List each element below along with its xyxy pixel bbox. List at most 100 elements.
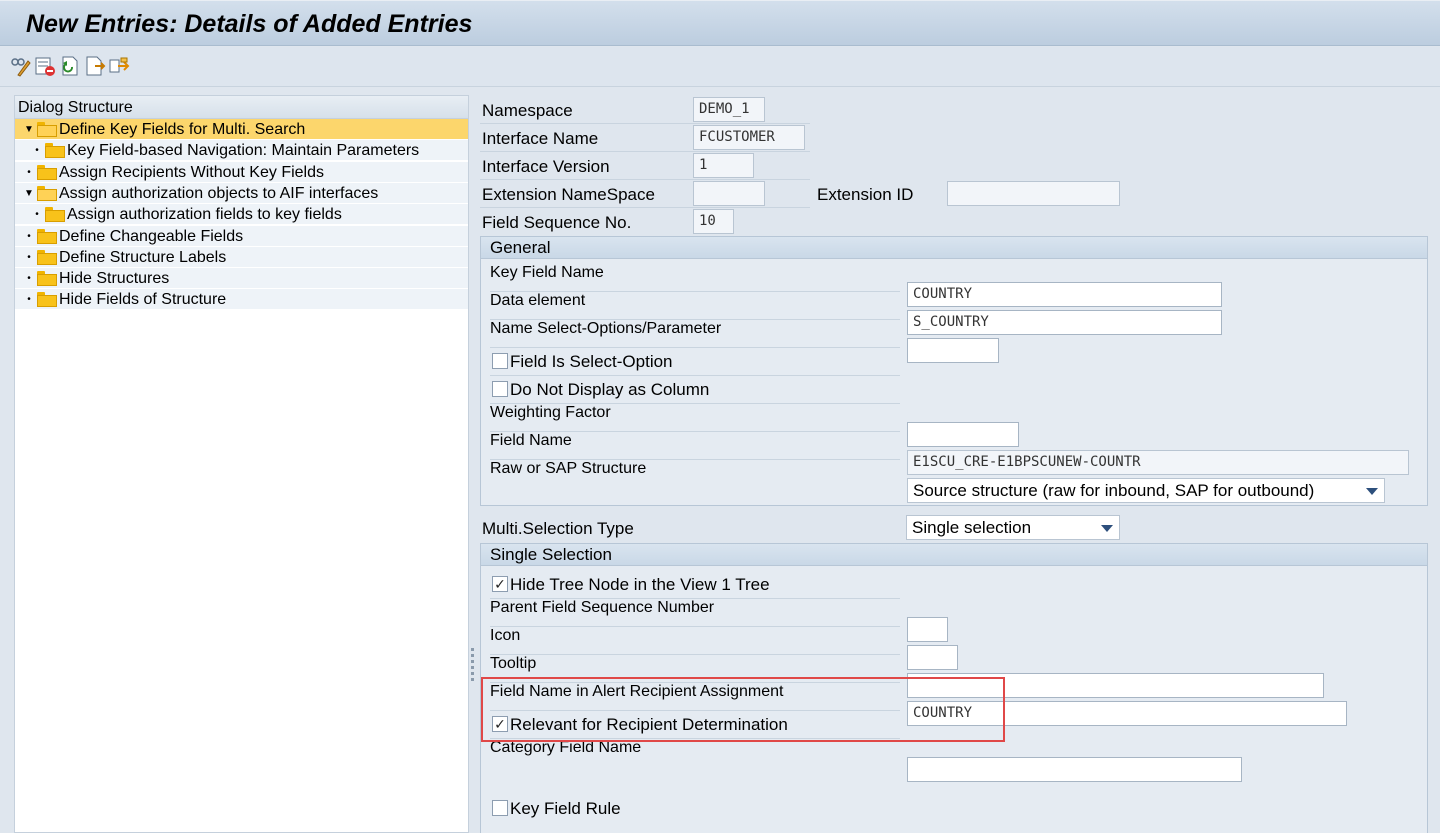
splitter-grip-icon bbox=[471, 648, 474, 684]
hide-tree-node-label: Hide Tree Node in the View 1 Tree bbox=[510, 575, 770, 594]
field-sequence-label: Field Sequence No. bbox=[482, 213, 632, 232]
general-group: General Key Field Name COUNTRY Data elem… bbox=[480, 236, 1428, 506]
undo-change-icon bbox=[62, 56, 78, 76]
raw-or-sap-structure-row: Raw or SAP Structure Source structure (r… bbox=[490, 460, 1420, 503]
tree-item-label: Define Changeable Fields bbox=[59, 227, 244, 245]
key-field-rule-checkbox[interactable] bbox=[492, 800, 508, 816]
key-field-name-label: Key Field Name bbox=[490, 264, 604, 281]
field-name-row: Field Name E1SCU_CRE-E1BPSCUNEW-COUNTR bbox=[490, 432, 1420, 475]
field-is-select-option-checkbox[interactable] bbox=[492, 353, 508, 369]
multi-selection-type-label: Multi.Selection Type bbox=[482, 519, 634, 538]
dialog-structure-panel: Dialog Structure ▼ Define Key Fields for … bbox=[14, 95, 469, 833]
folder-icon bbox=[45, 143, 65, 159]
extension-namespace-field[interactable] bbox=[693, 181, 765, 206]
category-field-name-row: Category Field Name bbox=[490, 739, 1420, 782]
single-selection-group-title: Single Selection bbox=[481, 544, 1427, 566]
interface-name-field[interactable]: FCUSTOMER bbox=[693, 125, 805, 150]
tree-item-label: Hide Structures bbox=[59, 270, 170, 288]
folder-icon bbox=[37, 249, 57, 265]
relevant-for-recipient-label: Relevant for Recipient Determination bbox=[510, 715, 788, 734]
icon-label: Icon bbox=[490, 627, 521, 644]
folder-icon bbox=[45, 207, 65, 223]
data-element-row: Data element S_COUNTRY bbox=[490, 292, 1420, 335]
tree-item-label: Assign authorization objects to AIF inte… bbox=[59, 184, 379, 202]
interface-name-row: Interface Name FCUSTOMER bbox=[480, 125, 1180, 152]
tree-item-label: Define Structure Labels bbox=[59, 248, 227, 266]
tree-bullet-icon: • bbox=[27, 230, 31, 242]
dialog-structure-title: Dialog Structure bbox=[15, 96, 468, 119]
raw-or-sap-structure-dropdown[interactable]: Source structure (raw for inbound, SAP f… bbox=[907, 478, 1385, 503]
chevron-down-icon bbox=[1366, 488, 1378, 495]
tree-item-label: Key Field-based Navigation: Maintain Par… bbox=[67, 142, 420, 160]
field-name-alert-row: Field Name in Alert Recipient Assignment… bbox=[490, 683, 1420, 726]
multi-selection-type-dropdown[interactable]: Single selection bbox=[906, 515, 1120, 540]
tree-item-label: Define Key Fields for Multi. Search bbox=[59, 121, 306, 138]
extension-namespace-label: Extension NameSpace bbox=[482, 185, 655, 204]
tree-bullet-icon: • bbox=[35, 145, 39, 157]
change-display-icon bbox=[11, 58, 31, 77]
expand-arrow-icon[interactable]: ▼ bbox=[23, 119, 35, 140]
multi-selection-type-value: Single selection bbox=[912, 518, 1032, 537]
raw-or-sap-structure-value: Source structure (raw for inbound, SAP f… bbox=[913, 481, 1315, 500]
hide-tree-node-checkbox[interactable]: ✓ bbox=[492, 576, 508, 592]
namespace-row: Namespace DEMO_1 bbox=[480, 97, 1180, 124]
key-field-rule-row: Key Field Rule bbox=[490, 795, 1420, 822]
category-field-name-input[interactable] bbox=[907, 757, 1242, 782]
tree-item[interactable]: • Key Field-based Navigation: Maintain Pa… bbox=[15, 140, 468, 162]
interface-version-field[interactable]: 1 bbox=[693, 153, 754, 178]
raw-or-sap-structure-label: Raw or SAP Structure bbox=[490, 460, 647, 477]
tree-item[interactable]: ▼ Define Key Fields for Multi. Search bbox=[15, 119, 468, 140]
interface-version-row: Interface Version 1 bbox=[480, 153, 1180, 180]
icon-row: Icon bbox=[490, 627, 1420, 670]
folder-open-icon bbox=[37, 122, 57, 137]
delete-row-button[interactable] bbox=[34, 55, 56, 77]
parent-field-sequence-label: Parent Field Sequence Number bbox=[490, 599, 715, 616]
category-field-name-label: Category Field Name bbox=[490, 739, 642, 756]
title-bar: New Entries: Details of Added Entries bbox=[0, 0, 1440, 46]
tree-item[interactable]: • Hide Structures bbox=[15, 268, 468, 290]
extension-id-field[interactable] bbox=[947, 181, 1120, 206]
key-field-rule-label: Key Field Rule bbox=[510, 799, 621, 818]
details-area: Namespace DEMO_1 Interface Name FCUSTOME… bbox=[480, 95, 1440, 833]
field-sequence-field[interactable]: 10 bbox=[693, 209, 734, 234]
previous-entry-button[interactable] bbox=[84, 55, 106, 77]
relevant-for-recipient-checkbox[interactable]: ✓ bbox=[492, 716, 508, 732]
field-sequence-row: Field Sequence No. 10 bbox=[480, 209, 1180, 236]
do-not-display-row: Do Not Display as Column bbox=[490, 376, 1420, 403]
next-entry-button[interactable] bbox=[108, 55, 130, 77]
tree-item[interactable]: • Define Structure Labels bbox=[15, 246, 468, 268]
page-title: New Entries: Details of Added Entries bbox=[26, 10, 473, 38]
hide-tree-node-row: ✓ Hide Tree Node in the View 1 Tree bbox=[490, 571, 1420, 598]
do-not-display-as-column-label: Do Not Display as Column bbox=[510, 380, 710, 399]
namespace-field[interactable]: DEMO_1 bbox=[693, 97, 765, 122]
tree-bullet-icon: • bbox=[35, 209, 39, 221]
next-entry-icon bbox=[109, 57, 130, 73]
single-selection-group: Single Selection ✓ Hide Tree Node in the… bbox=[480, 543, 1428, 833]
field-is-select-option-label: Field Is Select-Option bbox=[510, 352, 673, 371]
tree-item-label: Assign Recipients Without Key Fields bbox=[59, 163, 324, 181]
tree-item[interactable]: ▼ Assign authorization objects to AIF int… bbox=[15, 182, 468, 204]
tree-item[interactable]: • Assign authorization fields to key fiel… bbox=[15, 204, 468, 226]
tree-bullet-icon: • bbox=[27, 166, 31, 178]
weighting-factor-row: Weighting Factor bbox=[490, 404, 1420, 447]
folder-icon bbox=[37, 292, 57, 308]
tree-item-label: Hide Fields of Structure bbox=[59, 291, 227, 309]
do-not-display-as-column-checkbox[interactable] bbox=[492, 381, 508, 397]
key-field-name-row: Key Field Name COUNTRY bbox=[490, 264, 1420, 307]
change-display-button[interactable] bbox=[10, 55, 32, 77]
chevron-down-icon bbox=[1101, 525, 1113, 532]
undo-change-button[interactable] bbox=[58, 55, 80, 77]
extension-namespace-row: Extension NameSpace Extension ID bbox=[480, 181, 1180, 208]
tree-item[interactable]: • Assign Recipients Without Key Fields bbox=[15, 161, 468, 183]
expand-arrow-icon[interactable]: ▼ bbox=[23, 183, 35, 204]
namespace-label: Namespace bbox=[482, 101, 573, 120]
tree-item[interactable]: • Define Changeable Fields bbox=[15, 225, 468, 247]
field-is-select-option-row: Field Is Select-Option bbox=[490, 348, 1420, 375]
field-name-label: Field Name bbox=[490, 432, 572, 449]
field-name-alert-label: Field Name in Alert Recipient Assignment bbox=[490, 683, 784, 700]
tree-bullet-icon: • bbox=[27, 251, 31, 263]
tree-item[interactable]: • Hide Fields of Structure bbox=[15, 289, 468, 311]
splitter[interactable] bbox=[469, 95, 480, 833]
folder-icon bbox=[37, 228, 57, 244]
row-separator bbox=[480, 123, 810, 124]
